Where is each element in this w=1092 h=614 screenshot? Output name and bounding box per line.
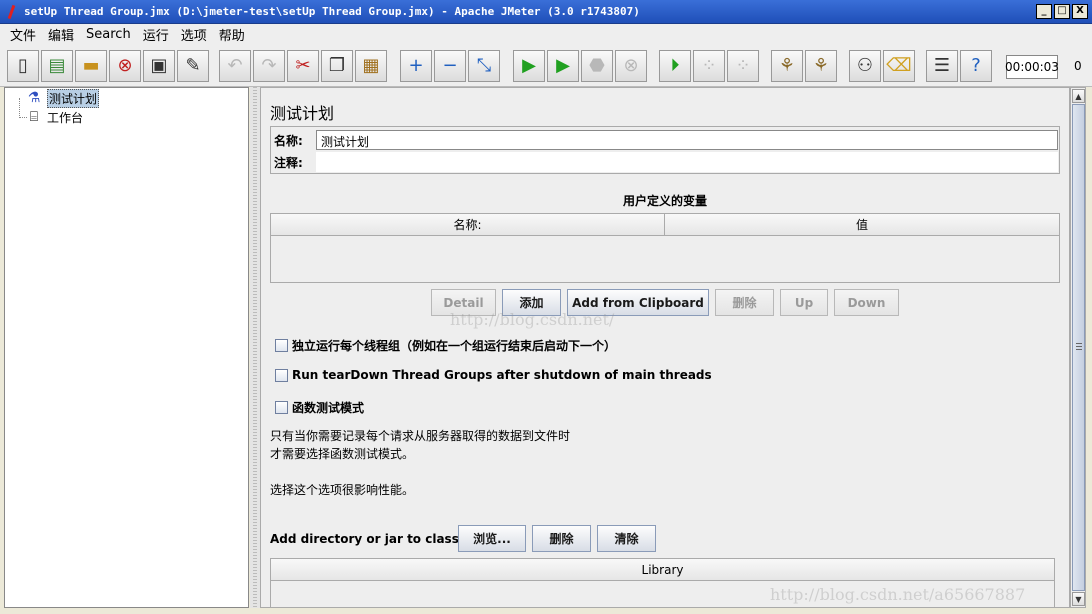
scroll-thumb[interactable] (1072, 104, 1085, 591)
comment-field[interactable] (316, 152, 1058, 172)
column-header-value[interactable]: 值 (665, 214, 1059, 236)
help-icon[interactable]: ? (960, 50, 992, 82)
functional-mode-checkbox[interactable] (275, 401, 288, 414)
menu-options[interactable]: 选项 (175, 25, 213, 44)
teardown-option[interactable]: Run tearDown Thread Groups after shutdow… (275, 368, 712, 382)
remote-shutdown-icon[interactable]: ⁘ (727, 50, 759, 82)
delete-variable-button[interactable]: 删除 (715, 289, 774, 316)
templates-icon[interactable]: ▤ (41, 50, 73, 82)
collapse-icon[interactable]: − (434, 50, 466, 82)
clear-all-icon[interactable]: ⚘ (805, 50, 837, 82)
search-icon[interactable]: ⚇ (849, 50, 881, 82)
start-icon[interactable]: ▶ (513, 50, 545, 82)
column-header-library[interactable]: Library (271, 559, 1054, 581)
remote-start-icon[interactable]: ⏵ (659, 50, 691, 82)
scroll-down-icon[interactable]: ▼ (1072, 592, 1085, 606)
paste-icon[interactable]: ▦ (355, 50, 387, 82)
close-window-button[interactable]: X (1072, 4, 1088, 19)
shutdown-icon[interactable]: ⊗ (615, 50, 647, 82)
start-no-pause-icon[interactable]: ▶ (547, 50, 579, 82)
remote-stop-icon[interactable]: ⁘ (693, 50, 725, 82)
maximize-button[interactable]: □ (1054, 4, 1070, 19)
clear-classpath-button[interactable]: 清除 (597, 525, 656, 552)
name-comment-box: 名称: 测试计划 注释: (270, 126, 1060, 174)
pane-splitter[interactable] (250, 87, 260, 608)
active-threads-counter: 0 (1074, 59, 1082, 73)
tree-item-label: 测试计划 (47, 88, 100, 108)
title-bar: setUp Thread Group.jmx (D:\jmeter-test\s… (0, 0, 1092, 24)
close-icon[interactable]: ⊗ (109, 50, 141, 82)
expand-icon[interactable]: + (400, 50, 432, 82)
classpath-label: Add directory or jar to classpath (270, 532, 490, 546)
name-label: 名称: (274, 133, 303, 148)
elapsed-timer: 00:00:03 (1005, 55, 1059, 79)
cut-icon[interactable]: ✂ (287, 50, 319, 82)
window-title: setUp Thread Group.jmx (D:\jmeter-test\s… (24, 5, 640, 18)
functional-mode-option[interactable]: 函数测试模式 (275, 399, 364, 416)
down-button[interactable]: Down (834, 289, 899, 316)
tree-item-test-plan[interactable]: ⚗ 测试计划 (25, 88, 100, 108)
serial-thread-groups-checkbox[interactable] (275, 339, 288, 352)
workbench-icon: ⌸ (29, 109, 39, 125)
menu-run[interactable]: 运行 (137, 25, 175, 44)
toolbar: ▯ ▤ ▬ ⊗ ▣ ✎ ↶ ↷ ✂ ❐ ▦ + − ⤡ ▶ ▶ ⬣ ⊗ ⏵ ⁘ … (0, 45, 1092, 87)
name-field[interactable]: 测试计划 (316, 130, 1058, 150)
functional-mode-note: 才需要选择函数测试模式。 (270, 447, 415, 461)
window-controls: _ □ X (1036, 4, 1088, 19)
add-button[interactable]: 添加 (502, 289, 561, 316)
open-icon[interactable]: ▬ (75, 50, 107, 82)
performance-note: 选择这个选项很影响性能。 (270, 483, 415, 497)
tree-connector (19, 98, 20, 118)
test-tree-pane: ⚗ 测试计划 ⌸ 工作台 (4, 87, 249, 608)
undo-icon[interactable]: ↶ (219, 50, 251, 82)
browse-button[interactable]: 浏览... (458, 525, 526, 552)
test-plan-icon: ⚗ (27, 90, 41, 106)
teardown-label: Run tearDown Thread Groups after shutdow… (292, 368, 712, 382)
menu-help[interactable]: 帮助 (213, 25, 251, 44)
up-button[interactable]: Up (780, 289, 828, 316)
copy-icon[interactable]: ❐ (321, 50, 353, 82)
user-variables-table[interactable]: 名称: 值 (270, 213, 1060, 283)
serial-thread-groups-option[interactable]: 独立运行每个线程组（例如在一个组运行结束后启动下一个） (275, 337, 616, 354)
panel-title: 测试计划 (270, 104, 335, 123)
stop-icon[interactable]: ⬣ (581, 50, 613, 82)
serial-thread-groups-label: 独立运行每个线程组（例如在一个组运行结束后启动下一个） (292, 339, 617, 353)
user-variables-title: 用户定义的变量 (622, 194, 707, 208)
menu-file[interactable]: 文件 (4, 25, 42, 44)
tree-item-label: 工作台 (47, 110, 84, 125)
tree-item-workbench[interactable]: ⌸ 工作台 (25, 108, 83, 126)
add-from-clipboard-button[interactable]: Add from Clipboard (567, 289, 709, 316)
scroll-up-icon[interactable]: ▲ (1072, 89, 1085, 103)
delete-classpath-button[interactable]: 删除 (532, 525, 591, 552)
new-icon[interactable]: ▯ (7, 50, 39, 82)
reset-search-icon[interactable]: ⌫ (883, 50, 915, 82)
toggle-icon[interactable]: ⤡ (468, 50, 500, 82)
menu-search[interactable]: Search (80, 27, 137, 42)
teardown-checkbox[interactable] (275, 368, 288, 382)
minimize-button[interactable]: _ (1036, 4, 1052, 19)
jmeter-feather-icon (4, 4, 20, 20)
save-as-icon[interactable]: ✎ (177, 50, 209, 82)
function-helper-icon[interactable]: ☰ (926, 50, 958, 82)
redo-icon[interactable]: ↷ (253, 50, 285, 82)
library-table[interactable]: Library (270, 558, 1055, 607)
vertical-scrollbar[interactable]: ▲ ▼ (1070, 87, 1086, 608)
menu-edit[interactable]: 编辑 (42, 25, 80, 44)
functional-mode-note: 只有当你需要记录每个请求从服务器取得的数据到文件时 (270, 429, 571, 443)
functional-mode-label: 函数测试模式 (292, 401, 365, 415)
save-icon[interactable]: ▣ (143, 50, 175, 82)
clear-icon[interactable]: ⚘ (771, 50, 803, 82)
comment-label: 注释: (274, 155, 303, 170)
detail-button[interactable]: Detail (431, 289, 496, 316)
test-plan-panel: 测试计划 名称: 测试计划 注释: 用户定义的变量 名称: 值 Detail 添… (260, 87, 1070, 608)
column-header-name[interactable]: 名称: (271, 214, 665, 236)
menu-bar: 文件 编辑 Search 运行 选项 帮助 (0, 24, 1092, 45)
